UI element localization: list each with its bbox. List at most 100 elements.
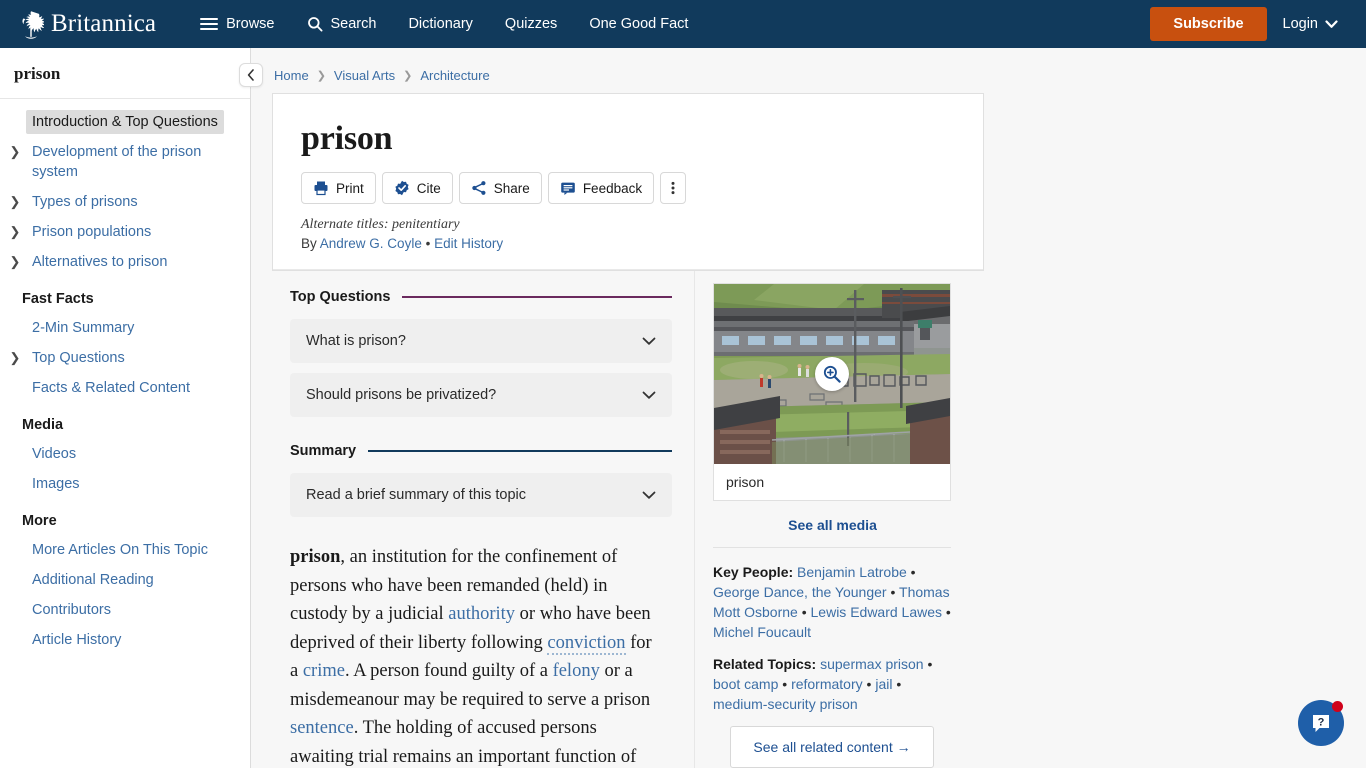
link-sentence[interactable]: sentence <box>290 718 354 738</box>
sidebar-item-additional-reading[interactable]: Additional Reading <box>0 565 250 595</box>
list-separator: • <box>896 676 902 692</box>
sidebar-item-facts-related-content[interactable]: Facts & Related Content <box>0 373 250 403</box>
nav-quizzes-label: Quizzes <box>504 16 558 32</box>
thistle-icon <box>22 11 44 39</box>
article-toolbar: Print Cite Share Feedback <box>301 172 955 204</box>
chevron-right-icon[interactable]: ❯ <box>4 140 26 163</box>
question-accordion-privatized[interactable]: Should prisons be privatized? <box>290 373 672 417</box>
key-person-link[interactable]: Michel Foucault <box>713 624 811 640</box>
related-topics-block: Related Topics: supermax prison • boot c… <box>713 654 951 714</box>
sidebar-item-development[interactable]: ❯ Development of the prison system <box>0 137 250 187</box>
nav-browse[interactable]: Browse <box>184 8 290 40</box>
section-title: Top Questions <box>290 289 391 305</box>
breadcrumb-item-visual-arts[interactable]: Visual Arts <box>334 68 395 83</box>
article-header: prison Print Cite Share Feedback Alterna… <box>273 94 983 270</box>
nav-right-actions: Subscribe Login <box>1150 7 1350 41</box>
sidebar-item-label: Prison populations <box>32 224 152 240</box>
primary-nav-links: Browse Search Dictionary Quizzes One Goo… <box>184 8 704 40</box>
summary-accordion[interactable]: Read a brief summary of this topic <box>290 473 672 517</box>
login-menu[interactable]: Login <box>1271 7 1350 41</box>
section-rule <box>402 296 672 298</box>
nav-dictionary[interactable]: Dictionary <box>392 8 488 40</box>
chevron-right-icon[interactable]: ❯ <box>4 250 26 273</box>
hamburger-icon <box>200 18 219 30</box>
see-all-related-content-button[interactable]: See all related content → <box>730 726 934 768</box>
caret-placeholder <box>4 110 26 111</box>
breadcrumb-item-home[interactable]: Home <box>274 68 309 83</box>
feedback-button[interactable]: Feedback <box>547 172 655 204</box>
cite-button[interactable]: Cite <box>381 172 453 204</box>
section-rule <box>368 450 672 452</box>
list-separator: • <box>890 584 896 600</box>
prison-photo[interactable] <box>714 284 950 464</box>
main-content-area: Home ❯ Visual Arts ❯ Architecture prison… <box>252 48 1366 768</box>
more-options-button[interactable] <box>660 172 687 204</box>
media-thumbnail-card[interactable]: prison <box>713 283 951 501</box>
list-separator: • <box>866 676 872 692</box>
sidebar-item-videos[interactable]: Videos <box>0 439 250 469</box>
chevron-down-icon <box>642 391 656 399</box>
sidebar-item-label: Images <box>32 476 80 492</box>
key-person-link[interactable]: Benjamin Latrobe <box>797 564 907 580</box>
page-title: prison <box>301 120 393 157</box>
nav-browse-label: Browse <box>226 16 275 32</box>
article-card: prison Print Cite Share Feedback Alterna… <box>272 93 984 271</box>
breadcrumb: Home ❯ Visual Arts ❯ Architecture <box>252 48 1366 93</box>
related-topic-link[interactable]: jail <box>875 676 892 692</box>
chevron-right-icon[interactable]: ❯ <box>4 220 26 243</box>
sidebar-item-types-of-prisons[interactable]: ❯ Types of prisons <box>0 187 250 217</box>
edit-history-link[interactable]: Edit History <box>434 236 503 251</box>
britannica-logo[interactable]: Britannica <box>18 9 156 39</box>
sidebar-item-introduction[interactable]: Introduction & Top Questions <box>0 107 250 137</box>
sidebar-item-top-questions[interactable]: ❯ Top Questions <box>0 343 250 373</box>
sidebar-item-alternatives[interactable]: ❯ Alternatives to prison <box>0 247 250 277</box>
related-topic-link[interactable]: reformatory <box>791 676 863 692</box>
help-chat-button[interactable]: ? <box>1298 700 1344 746</box>
magnify-photo-button[interactable] <box>815 357 849 391</box>
nav-search[interactable]: Search <box>291 8 393 40</box>
magnify-plus-icon <box>823 365 841 383</box>
notification-badge-dot <box>1332 701 1343 712</box>
sidebar-item-contributors[interactable]: Contributors <box>0 595 250 625</box>
nav-one-good-fact-label: One Good Fact <box>589 16 689 32</box>
related-topic-link[interactable]: medium-security prison <box>713 696 858 712</box>
sidebar-item-2-min-summary[interactable]: 2-Min Summary <box>0 313 250 343</box>
brand-wordmark: Britannica <box>51 10 157 37</box>
sidebar-item-more-articles[interactable]: More Articles On This Topic <box>0 535 250 565</box>
key-person-link[interactable]: Lewis Edward Lawes <box>811 604 943 620</box>
see-all-media-link[interactable]: See all media <box>695 517 970 533</box>
chevron-right-icon[interactable]: ❯ <box>4 346 26 369</box>
nav-one-good-fact[interactable]: One Good Fact <box>573 8 704 40</box>
badge-check-icon <box>395 180 409 196</box>
link-conviction[interactable]: conviction <box>547 632 626 655</box>
help-chat-icon: ? <box>1313 715 1329 732</box>
sidebar-collapse-button[interactable] <box>239 63 263 87</box>
breadcrumb-item-architecture[interactable]: Architecture <box>420 68 489 83</box>
subscribe-button[interactable]: Subscribe <box>1150 7 1267 41</box>
list-separator: • <box>927 656 933 672</box>
link-felony[interactable]: felony <box>553 661 600 681</box>
related-topic-link[interactable]: supermax prison <box>820 656 924 672</box>
nav-quizzes[interactable]: Quizzes <box>489 8 573 40</box>
article-sidebar: prison Introduction & Top Questions ❯ De… <box>0 48 251 768</box>
chevron-right-icon[interactable]: ❯ <box>4 190 26 213</box>
sidebar-item-images[interactable]: Images <box>0 469 250 499</box>
article-first-paragraph: prison, an institution for the confineme… <box>290 543 662 768</box>
link-authority[interactable]: authority <box>448 604 515 624</box>
link-crime[interactable]: crime <box>303 661 345 681</box>
sidebar-item-label: Alternatives to prison <box>32 254 168 270</box>
question-accordion-what-is-prison[interactable]: What is prison? <box>290 319 672 363</box>
sidebar-item-label: Facts & Related Content <box>32 380 190 396</box>
related-topic-link[interactable]: boot camp <box>713 676 778 692</box>
nav-search-label: Search <box>330 16 377 32</box>
article-columns: Top Questions What is prison? Should pri… <box>272 271 984 768</box>
sidebar-item-prison-populations[interactable]: ❯ Prison populations <box>0 217 250 247</box>
sidebar-item-label: Additional Reading <box>32 572 154 588</box>
author-link[interactable]: Andrew G. Coyle <box>320 236 422 251</box>
summary-label: Read a brief summary of this topic <box>306 487 527 503</box>
share-button[interactable]: Share <box>458 172 542 204</box>
chevron-down-icon <box>1325 19 1338 28</box>
sidebar-item-article-history[interactable]: Article History <box>0 625 250 655</box>
print-button[interactable]: Print <box>301 172 376 204</box>
key-person-link[interactable]: George Dance, the Younger <box>713 584 887 600</box>
